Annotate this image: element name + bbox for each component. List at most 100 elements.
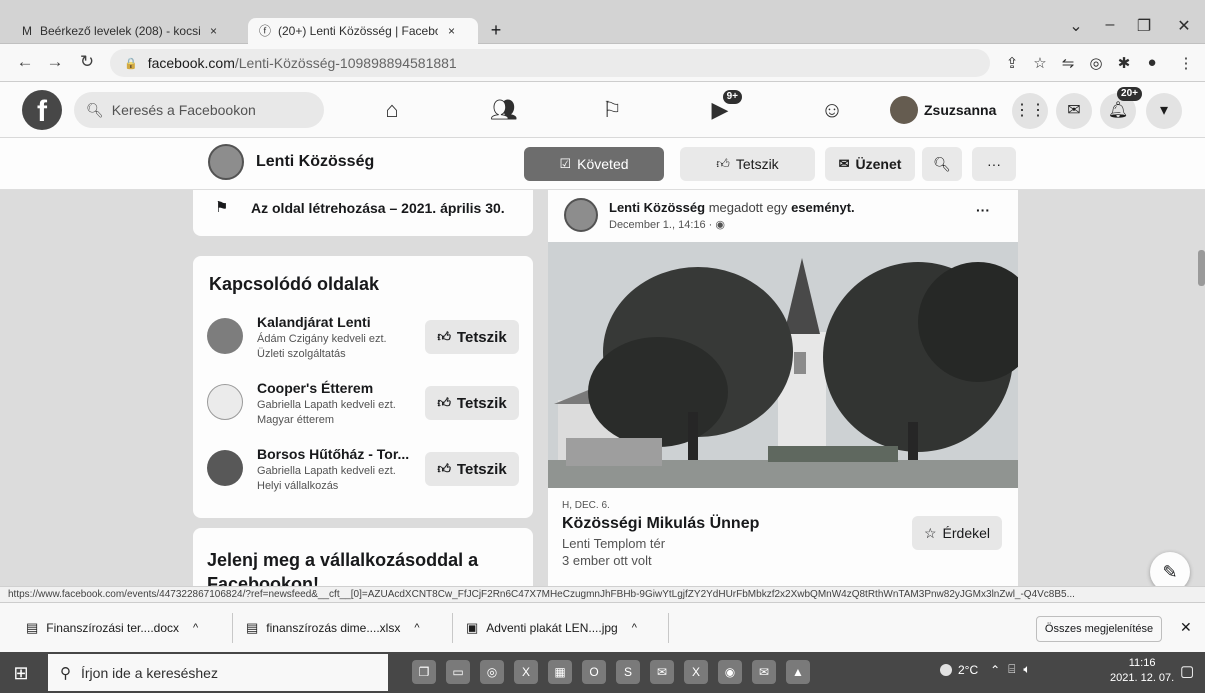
divider bbox=[452, 613, 453, 643]
share-icon[interactable]: ⇪ bbox=[1002, 54, 1022, 72]
like-button[interactable]: 👍︎ Tetszik bbox=[425, 320, 519, 354]
windows-start-icon[interactable]: ⊞ bbox=[10, 662, 32, 684]
show-all-downloads-button[interactable]: Összes megjelenítése bbox=[1036, 616, 1162, 642]
watch-icon[interactable]: ▶ 9+ bbox=[700, 90, 742, 126]
groups-icon[interactable]: ☺ bbox=[812, 94, 852, 126]
bookmark-star-icon[interactable]: ☆ bbox=[1030, 54, 1050, 72]
clock[interactable]: 11:16 2021. 12. 07. bbox=[1110, 656, 1174, 686]
page-avatar[interactable] bbox=[208, 144, 244, 180]
address-bar[interactable]: 🔒 facebook.com /Lenti-Közösség-109898894… bbox=[110, 49, 990, 77]
business-promo-card: Jelenj meg a vállalkozásoddal a Facebook… bbox=[193, 528, 533, 588]
message-button[interactable]: ✉ Üzenet bbox=[825, 147, 915, 181]
following-button[interactable]: ☑ Követed bbox=[524, 147, 664, 181]
notifications-bell-icon[interactable]: 🔔︎ 20+ bbox=[1100, 87, 1142, 129]
chrome-active-icon[interactable]: ◉ bbox=[718, 660, 742, 684]
outlook-icon[interactable]: O bbox=[582, 660, 606, 684]
close-window-button[interactable]: ✕ bbox=[1170, 16, 1198, 36]
church-photo-image bbox=[548, 242, 1018, 488]
speaker-icon[interactable]: 🔈︎ bbox=[1023, 662, 1030, 677]
extension-icon[interactable]: ⇋ bbox=[1058, 54, 1078, 72]
weather-icon[interactable] bbox=[940, 663, 952, 676]
temperature[interactable]: 2°C bbox=[958, 663, 978, 677]
pages-flag-icon[interactable]: ⚐ bbox=[592, 94, 632, 126]
like-page-button[interactable]: 👍︎ Tetszik bbox=[680, 147, 815, 181]
word-file-icon: ▤ bbox=[26, 620, 39, 635]
restore-button[interactable]: ❐ bbox=[1130, 16, 1158, 36]
related-pages-title: Kapcsolódó oldalak bbox=[209, 274, 380, 294]
menu-grid-icon[interactable]: ⋮⋮ bbox=[1012, 93, 1048, 129]
excel-file-icon: ▤ bbox=[246, 620, 259, 635]
chevron-up-icon[interactable]: ^ bbox=[632, 622, 637, 634]
network-icon[interactable]: ⌸ bbox=[1008, 662, 1015, 677]
file-explorer-icon[interactable]: ▭ bbox=[446, 660, 470, 684]
profile-icon[interactable]: ● bbox=[1142, 54, 1162, 71]
taskbar-search-input[interactable]: ⚲ Írjon ide a kereséshez bbox=[48, 654, 388, 691]
avatar[interactable] bbox=[564, 198, 598, 232]
post-timestamp[interactable]: December 1., 14:16 · ◉ bbox=[609, 218, 725, 231]
excel-icon[interactable]: X bbox=[684, 660, 708, 684]
close-downloads-button[interactable]: ✕ bbox=[1180, 619, 1192, 636]
related-page-item[interactable]: Kalandjárat Lenti Ádám Czigány kedveli e… bbox=[207, 314, 523, 376]
related-page-name[interactable]: Borsos Hűtőház - Tor... bbox=[257, 446, 409, 462]
download-item[interactable]: ▤ Finanszírozási ter....docx ^ bbox=[26, 615, 198, 641]
tab-facebook[interactable]: ⓕ (20+) Lenti Közösség | Facebook × bbox=[248, 18, 478, 44]
tab-gmail[interactable]: M Beérkező levelek (208) - kocsizsu... × bbox=[10, 18, 242, 44]
home-icon[interactable]: ⌂ bbox=[372, 94, 412, 126]
post-more-button[interactable]: ··· bbox=[976, 202, 990, 218]
photos-icon[interactable]: ▲ bbox=[786, 660, 810, 684]
extension-icon[interactable]: ◎ bbox=[1086, 54, 1106, 72]
new-message-edit-icon[interactable]: ✎ bbox=[1150, 552, 1190, 588]
kebab-menu-icon[interactable]: ⋮ bbox=[1176, 54, 1196, 72]
event-cover-photo[interactable] bbox=[548, 242, 1018, 488]
avatar[interactable] bbox=[207, 384, 243, 420]
post-author[interactable]: Lenti Közösség bbox=[609, 200, 705, 215]
tab-search-button[interactable]: ⌄ bbox=[1062, 16, 1090, 36]
related-page-item[interactable]: Cooper's Étterem Gabriella Lapath kedvel… bbox=[207, 380, 523, 442]
search-input[interactable]: 🔍︎ Keresés a Facebookon bbox=[74, 92, 324, 128]
page-search-button[interactable]: 🔍︎ bbox=[922, 147, 962, 181]
calculator-icon[interactable]: ▦ bbox=[548, 660, 572, 684]
chrome-icon[interactable]: ◎ bbox=[480, 660, 504, 684]
related-page-name[interactable]: Kalandjárat Lenti bbox=[257, 314, 371, 330]
page-title[interactable]: Lenti Közösség bbox=[256, 153, 374, 171]
task-view-icon[interactable]: ❐ bbox=[412, 660, 436, 684]
more-options-button[interactable]: ··· bbox=[972, 147, 1016, 181]
tab-close-button[interactable]: × bbox=[210, 24, 217, 38]
page-created-card: ⚑ Az oldal létrehozása – 2021. április 3… bbox=[193, 190, 533, 236]
avatar[interactable] bbox=[207, 450, 243, 486]
reload-button[interactable]: ↻ bbox=[76, 52, 98, 72]
chevron-up-icon[interactable]: ^ bbox=[414, 622, 419, 634]
minimize-button[interactable]: – bbox=[1096, 16, 1124, 34]
excel-icon[interactable]: X bbox=[514, 660, 538, 684]
tab-close-button[interactable]: × bbox=[448, 24, 455, 38]
chevron-up-icon[interactable]: ⌃ bbox=[990, 663, 1000, 677]
like-button[interactable]: 👍︎ Tetszik bbox=[425, 386, 519, 420]
notification-center-icon[interactable]: ▢ bbox=[1180, 662, 1194, 680]
flag-icon: ⚑ bbox=[215, 199, 229, 216]
chevron-up-icon[interactable]: ^ bbox=[193, 622, 198, 634]
new-tab-button[interactable]: + bbox=[484, 18, 508, 42]
profile-button[interactable]: Zsuzsanna bbox=[890, 94, 996, 126]
page-created-text: Az oldal létrehozása – 2021. április 30. bbox=[251, 200, 505, 216]
related-page-item[interactable]: Borsos Hűtőház - Tor... Gabriella Lapath… bbox=[207, 446, 523, 508]
puzzle-icon[interactable]: ✱ bbox=[1114, 54, 1134, 72]
skype-icon[interactable]: S bbox=[616, 660, 640, 684]
related-page-name[interactable]: Cooper's Étterem bbox=[257, 380, 373, 396]
friends-icon[interactable]: 👥︎ bbox=[484, 94, 524, 126]
download-item[interactable]: ▤ finanszírozás dime....xlsx ^ bbox=[246, 615, 420, 641]
scrollbar-thumb[interactable] bbox=[1198, 250, 1205, 286]
messenger-icon[interactable]: ✉ bbox=[1056, 93, 1092, 129]
event-title[interactable]: Közösségi Mikulás Ünnep bbox=[562, 515, 759, 533]
like-label: Tetszik bbox=[456, 394, 507, 412]
download-item[interactable]: ▣ Adventi plakát LEN....jpg ^ bbox=[466, 615, 637, 641]
facebook-logo-icon[interactable]: f bbox=[22, 90, 62, 130]
forward-button[interactable]: → bbox=[44, 52, 66, 72]
post-action-object[interactable]: eseményt. bbox=[791, 200, 855, 215]
mail-icon[interactable]: ✉ bbox=[650, 660, 674, 684]
mail-icon[interactable]: ✉ bbox=[752, 660, 776, 684]
interested-button[interactable]: ☆ Érdekel bbox=[912, 516, 1002, 550]
back-button[interactable]: ← bbox=[14, 52, 36, 72]
account-chevron-down-icon[interactable]: ▾ bbox=[1146, 93, 1182, 129]
like-button[interactable]: 👍︎ Tetszik bbox=[425, 452, 519, 486]
avatar[interactable] bbox=[207, 318, 243, 354]
